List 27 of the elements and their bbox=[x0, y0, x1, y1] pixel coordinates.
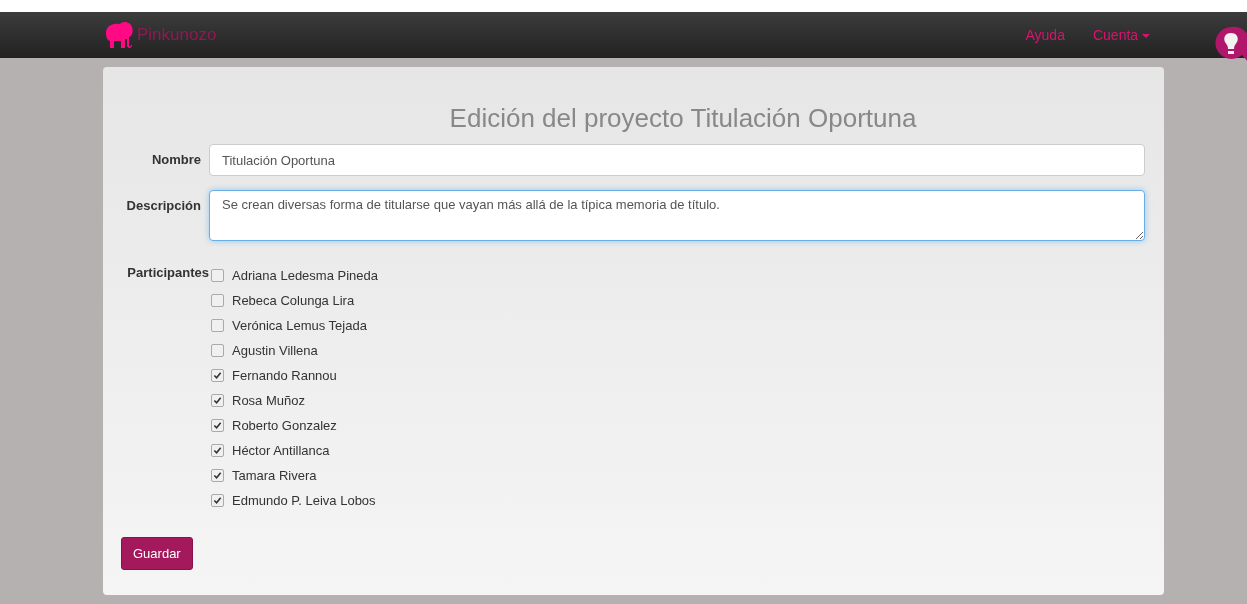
participant-name: Tamara Rivera bbox=[232, 468, 317, 483]
participant-name: Rebeca Colunga Lira bbox=[232, 293, 355, 308]
save-button[interactable]: Guardar bbox=[121, 537, 193, 570]
description-field[interactable]: Se crean diversas forma de titularse que vayan más allá de la típica memoria de título. bbox=[209, 190, 1145, 241]
field-label: Descripción bbox=[125, 197, 201, 213]
participant-name: Héctor Antillanca bbox=[232, 443, 330, 458]
field-label: Participantes bbox=[126, 264, 209, 280]
participant-name: Adriana Ledesma Pineda bbox=[232, 268, 378, 283]
participant-name: Verónica Lemus Tejada bbox=[232, 318, 367, 333]
checkbox[interactable] bbox=[211, 344, 224, 357]
participant-name: Rosa Muñoz bbox=[232, 393, 305, 408]
checkbox[interactable] bbox=[211, 444, 224, 457]
checkbox[interactable] bbox=[211, 469, 224, 482]
checkbox[interactable] bbox=[211, 294, 224, 307]
participant-name: Fernando Rannou bbox=[232, 368, 337, 383]
checkbox[interactable] bbox=[211, 494, 224, 507]
name-field[interactable]: Titulación Oportuna bbox=[209, 144, 1145, 176]
participant-name: Agustin Villena bbox=[232, 343, 318, 358]
checkbox[interactable] bbox=[211, 394, 224, 407]
field-label: Nombre bbox=[150, 151, 201, 167]
checkbox[interactable] bbox=[211, 369, 224, 382]
checkbox[interactable] bbox=[211, 419, 224, 432]
participant-name: Roberto Gonzalez bbox=[232, 418, 337, 433]
page-title: Edición del proyecto Titulación Oportuna bbox=[448, 103, 918, 134]
checkbox[interactable] bbox=[211, 269, 224, 282]
checkbox[interactable] bbox=[211, 319, 224, 332]
participant-name: Edmundo P. Leiva Lobos bbox=[232, 493, 376, 508]
